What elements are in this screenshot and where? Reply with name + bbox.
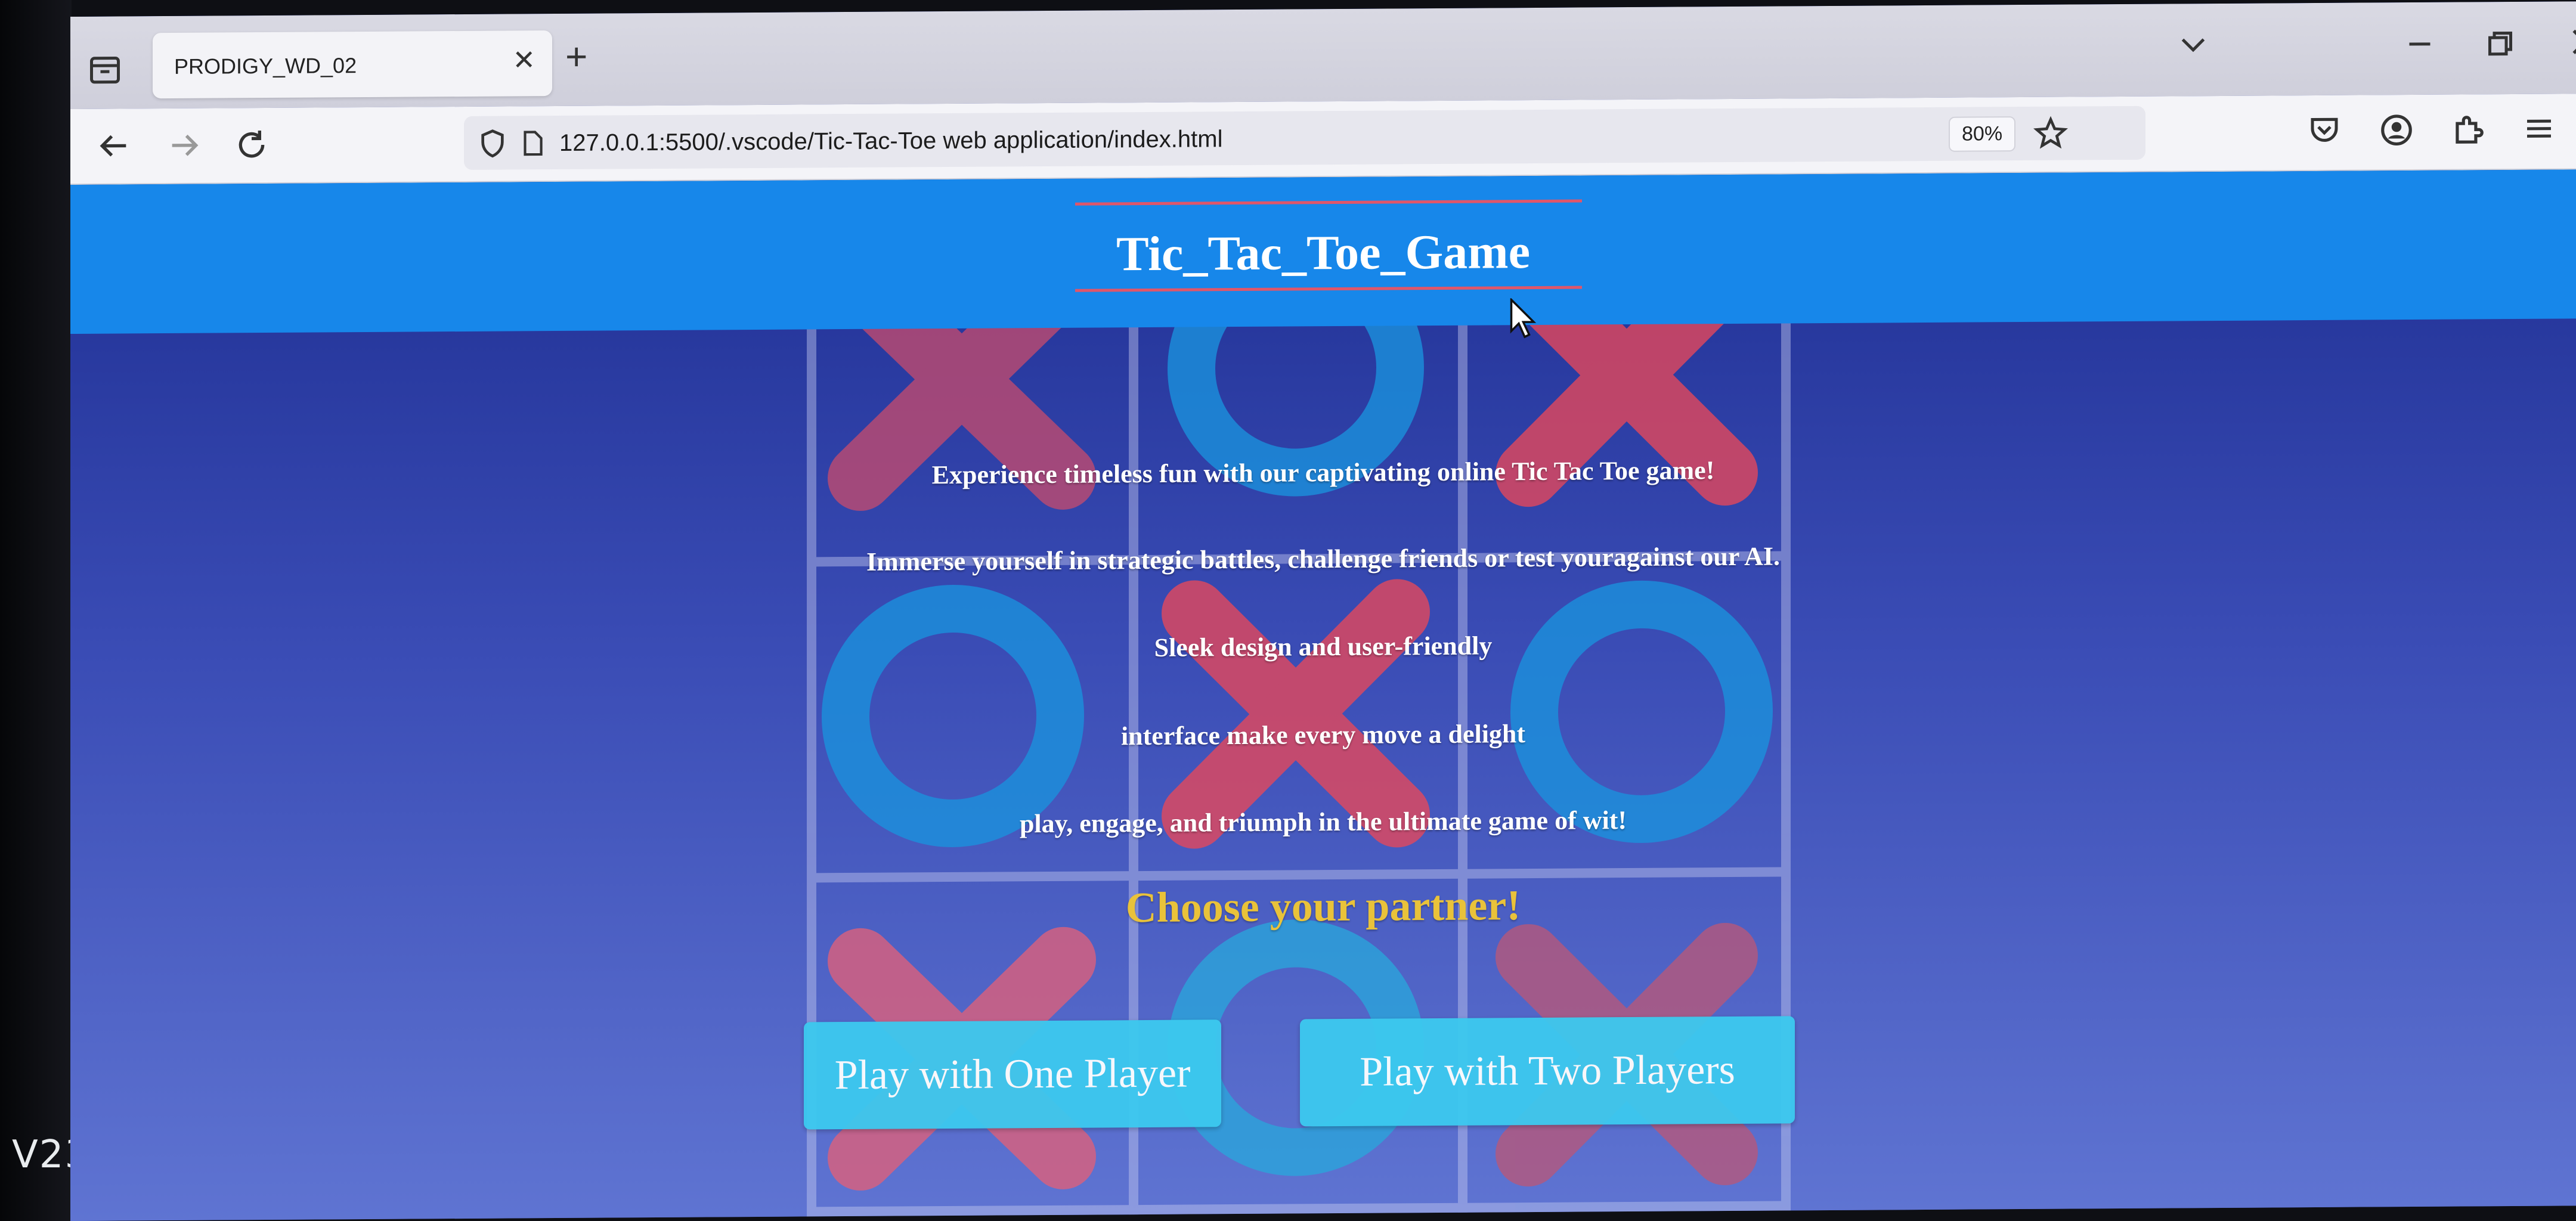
pocket-icon[interactable] bbox=[2306, 112, 2342, 148]
tab-bar: PRODIGY_WD_02 ✕ + bbox=[70, 1, 2576, 110]
address-bar[interactable]: 127.0.0.1:5500/.vscode/Tic-Tac-Toe web a… bbox=[464, 106, 2145, 170]
choose-partner-heading: Choose your partner! bbox=[1125, 881, 1521, 932]
two-players-button[interactable]: Play with Two Players bbox=[1300, 1016, 1795, 1127]
close-icon[interactable] bbox=[2566, 23, 2576, 61]
menu-icon[interactable] bbox=[2521, 111, 2557, 147]
shield-icon[interactable] bbox=[476, 127, 509, 160]
chevron-down-icon[interactable] bbox=[2175, 27, 2211, 63]
tagline-3: Sleek design and user-friendly bbox=[1154, 631, 1493, 662]
back-icon[interactable] bbox=[94, 126, 132, 165]
forward-icon[interactable] bbox=[166, 126, 204, 165]
zoom-indicator[interactable]: 80% bbox=[1949, 116, 2016, 152]
photo-edge bbox=[0, 0, 72, 1221]
page-icon bbox=[524, 131, 543, 156]
account-icon[interactable] bbox=[2378, 111, 2415, 148]
intro-content: Experience timeless fun with our captiva… bbox=[70, 169, 2576, 1221]
mouse-cursor-icon bbox=[1510, 297, 1537, 339]
minimize-icon[interactable] bbox=[2402, 26, 2438, 62]
tab-title: PRODIGY_WD_02 bbox=[174, 53, 357, 79]
tab-close-icon[interactable]: ✕ bbox=[512, 44, 535, 75]
one-player-button[interactable]: Play with One Player bbox=[804, 1019, 1221, 1130]
browser-tab[interactable]: PRODIGY_WD_02 ✕ bbox=[153, 30, 552, 99]
url-text[interactable]: 127.0.0.1:5500/.vscode/Tic-Tac-Toe web a… bbox=[559, 126, 1222, 157]
browser-window: PRODIGY_WD_02 ✕ + 127.0.0.1:5500/.vscode… bbox=[70, 1, 2576, 1221]
star-icon[interactable] bbox=[2032, 115, 2069, 152]
tab-list-icon[interactable] bbox=[87, 52, 123, 88]
tagline-2: Immerse yourself in strategic battles, c… bbox=[866, 541, 1781, 577]
reload-icon[interactable] bbox=[233, 126, 271, 164]
extensions-icon[interactable] bbox=[2450, 111, 2487, 148]
navigation-toolbar: 127.0.0.1:5500/.vscode/Tic-Tac-Toe web a… bbox=[70, 94, 2576, 185]
tagline-5: play, engage, and triumph in the ultimat… bbox=[1019, 805, 1627, 839]
new-tab-button[interactable]: + bbox=[565, 35, 587, 78]
tagline-4: interface make every move a delight bbox=[1120, 719, 1526, 751]
tagline-1: Experience timeless fun with our captiva… bbox=[931, 455, 1715, 490]
web-page: Tic_Tac_Toe_Game Experience timeless fun… bbox=[70, 169, 2576, 1221]
restore-icon[interactable] bbox=[2482, 26, 2518, 61]
